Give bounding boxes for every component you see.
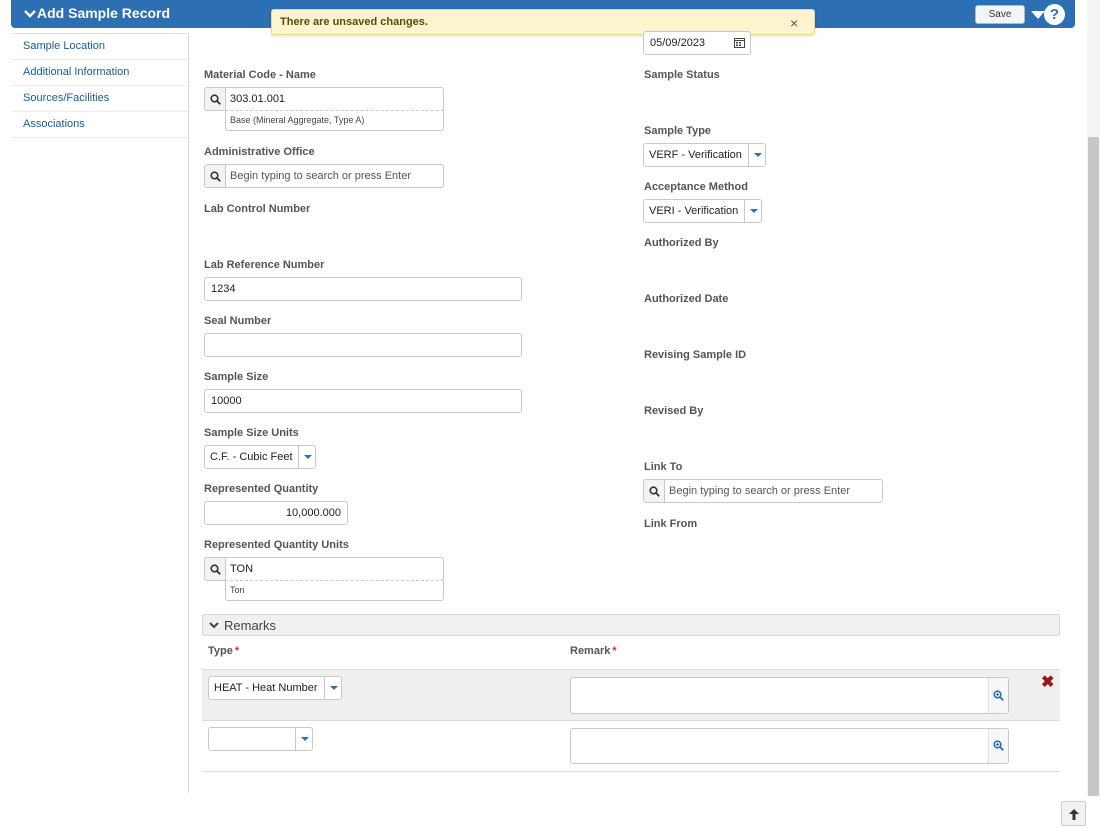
administrative-office-input[interactable]: Begin typing to search or press Enter	[225, 164, 444, 188]
administrative-office-search-button[interactable]	[204, 164, 225, 188]
zoom-icon	[993, 690, 1004, 701]
material-code-input[interactable]: 303.01.001	[225, 87, 444, 111]
represented-quantity-input[interactable]: 10,000.000	[204, 501, 348, 525]
sidebar-item-associations[interactable]: Associations	[11, 112, 188, 138]
calendar-icon[interactable]	[734, 37, 745, 48]
authorized-date-label: Authorized Date	[644, 293, 729, 305]
administrative-office-lookup: Begin typing to search or press Enter	[204, 164, 444, 188]
sample-date-value: 05/09/2023	[650, 37, 706, 49]
chevron-down-icon[interactable]	[209, 621, 219, 629]
remark-textarea-empty[interactable]	[570, 728, 1009, 764]
zoom-icon	[993, 740, 1004, 751]
sample-status-label: Sample Status	[644, 69, 720, 81]
caret-down-icon[interactable]	[298, 446, 315, 468]
sidebar: Sample Location Additional Information S…	[11, 33, 189, 793]
required-marker: *	[234, 645, 240, 657]
type-column-header: Type *	[208, 645, 239, 657]
notification-message: There are unsaved changes.	[280, 16, 428, 28]
sample-size-units-label: Sample Size Units	[204, 427, 299, 439]
acceptance-method-select[interactable]: VERI - Verification	[643, 199, 762, 223]
material-code-description: Base (Mineral Aggregate, Type A)	[225, 110, 444, 131]
acceptance-method-value: VERI - Verification	[649, 205, 739, 217]
search-icon	[210, 564, 221, 575]
material-code-lookup: 303.01.001	[204, 87, 444, 111]
link-to-input[interactable]: Begin typing to search or press Enter	[664, 479, 883, 503]
seal-number-input[interactable]	[204, 333, 522, 357]
sample-type-value: VERF - Verification	[649, 149, 742, 161]
chevron-down-icon[interactable]	[23, 8, 37, 20]
remarks-section-title: Remarks	[224, 618, 277, 633]
caret-down-icon[interactable]	[744, 200, 761, 222]
revising-sample-id-label: Revising Sample ID	[644, 349, 747, 361]
close-icon[interactable]: ×	[790, 16, 798, 30]
required-marker: *	[612, 645, 617, 657]
represented-quantity-units-lookup: TON	[204, 557, 444, 581]
scrollbar[interactable]	[1087, 0, 1100, 796]
administrative-office-label: Administrative Office	[204, 146, 315, 158]
page-title: Add Sample Record	[37, 5, 171, 21]
scrollbar-thumb[interactable]	[1088, 137, 1099, 796]
revised-by-label: Revised By	[644, 405, 704, 417]
represented-quantity-units-description: Ton	[225, 580, 444, 601]
authorized-by-label: Authorized By	[644, 237, 719, 249]
represented-quantity-units-label: Represented Quantity Units	[204, 539, 349, 551]
arrow-up-icon	[1068, 809, 1079, 820]
acceptance-method-label: Acceptance Method	[644, 181, 748, 193]
link-to-search-button[interactable]	[643, 479, 664, 503]
material-code-label: Material Code - Name	[204, 69, 316, 81]
remark-column-header: Remark *	[570, 645, 617, 657]
lab-reference-number-label: Lab Reference Number	[204, 259, 325, 271]
represented-quantity-units-input[interactable]: TON	[225, 557, 444, 581]
sample-type-select[interactable]: VERF - Verification	[643, 143, 766, 167]
sample-size-input[interactable]: 10000	[204, 389, 522, 413]
remarks-section-header[interactable]: Remarks	[202, 614, 1060, 636]
remark-type-select[interactable]: HEAT - Heat Number	[208, 676, 342, 700]
sidebar-item-additional-information[interactable]: Additional Information	[11, 60, 188, 86]
lab-reference-number-input[interactable]: 1234	[204, 277, 522, 301]
represented-quantity-units-search-button[interactable]	[204, 557, 225, 581]
type-column-label: Type	[208, 645, 233, 657]
caret-down-icon[interactable]	[324, 677, 341, 699]
link-from-label: Link From	[644, 518, 698, 530]
link-to-lookup: Begin typing to search or press Enter	[643, 479, 883, 503]
caret-down-icon[interactable]	[748, 144, 765, 166]
link-to-label: Link To	[644, 461, 683, 473]
remark-column-label: Remark	[570, 645, 611, 657]
search-icon	[210, 171, 221, 182]
sidebar-item-sources-facilities[interactable]: Sources/Facilities	[11, 86, 188, 112]
sample-size-units-value: C.F. - Cubic Feet	[210, 451, 293, 463]
sample-size-units-select[interactable]: C.F. - Cubic Feet	[204, 445, 316, 469]
sample-size-label: Sample Size	[204, 371, 269, 383]
remark-textarea[interactable]	[570, 677, 1009, 714]
caret-down-icon[interactable]	[295, 728, 312, 750]
sidebar-item-sample-location[interactable]: Sample Location	[11, 34, 188, 60]
help-icon[interactable]: ?	[1044, 4, 1065, 25]
save-button[interactable]: Save	[975, 5, 1025, 24]
remark-zoom-button[interactable]	[988, 729, 1008, 763]
remark-zoom-button[interactable]	[988, 678, 1008, 713]
scroll-to-top-button[interactable]	[1061, 801, 1086, 826]
represented-quantity-label: Represented Quantity	[204, 483, 319, 495]
lab-control-number-label: Lab Control Number	[204, 203, 311, 215]
search-icon	[649, 486, 660, 497]
delete-icon[interactable]: ✖	[1041, 675, 1055, 691]
search-icon	[210, 94, 221, 105]
remark-type-select-empty[interactable]	[208, 727, 313, 751]
material-code-search-button[interactable]	[204, 87, 225, 111]
caret-down-icon[interactable]	[1031, 11, 1045, 19]
remark-type-value: HEAT - Heat Number	[214, 682, 318, 694]
sample-date-field[interactable]: 05/09/2023	[643, 31, 751, 55]
sample-type-label: Sample Type	[644, 125, 712, 137]
seal-number-label: Seal Number	[204, 315, 272, 327]
